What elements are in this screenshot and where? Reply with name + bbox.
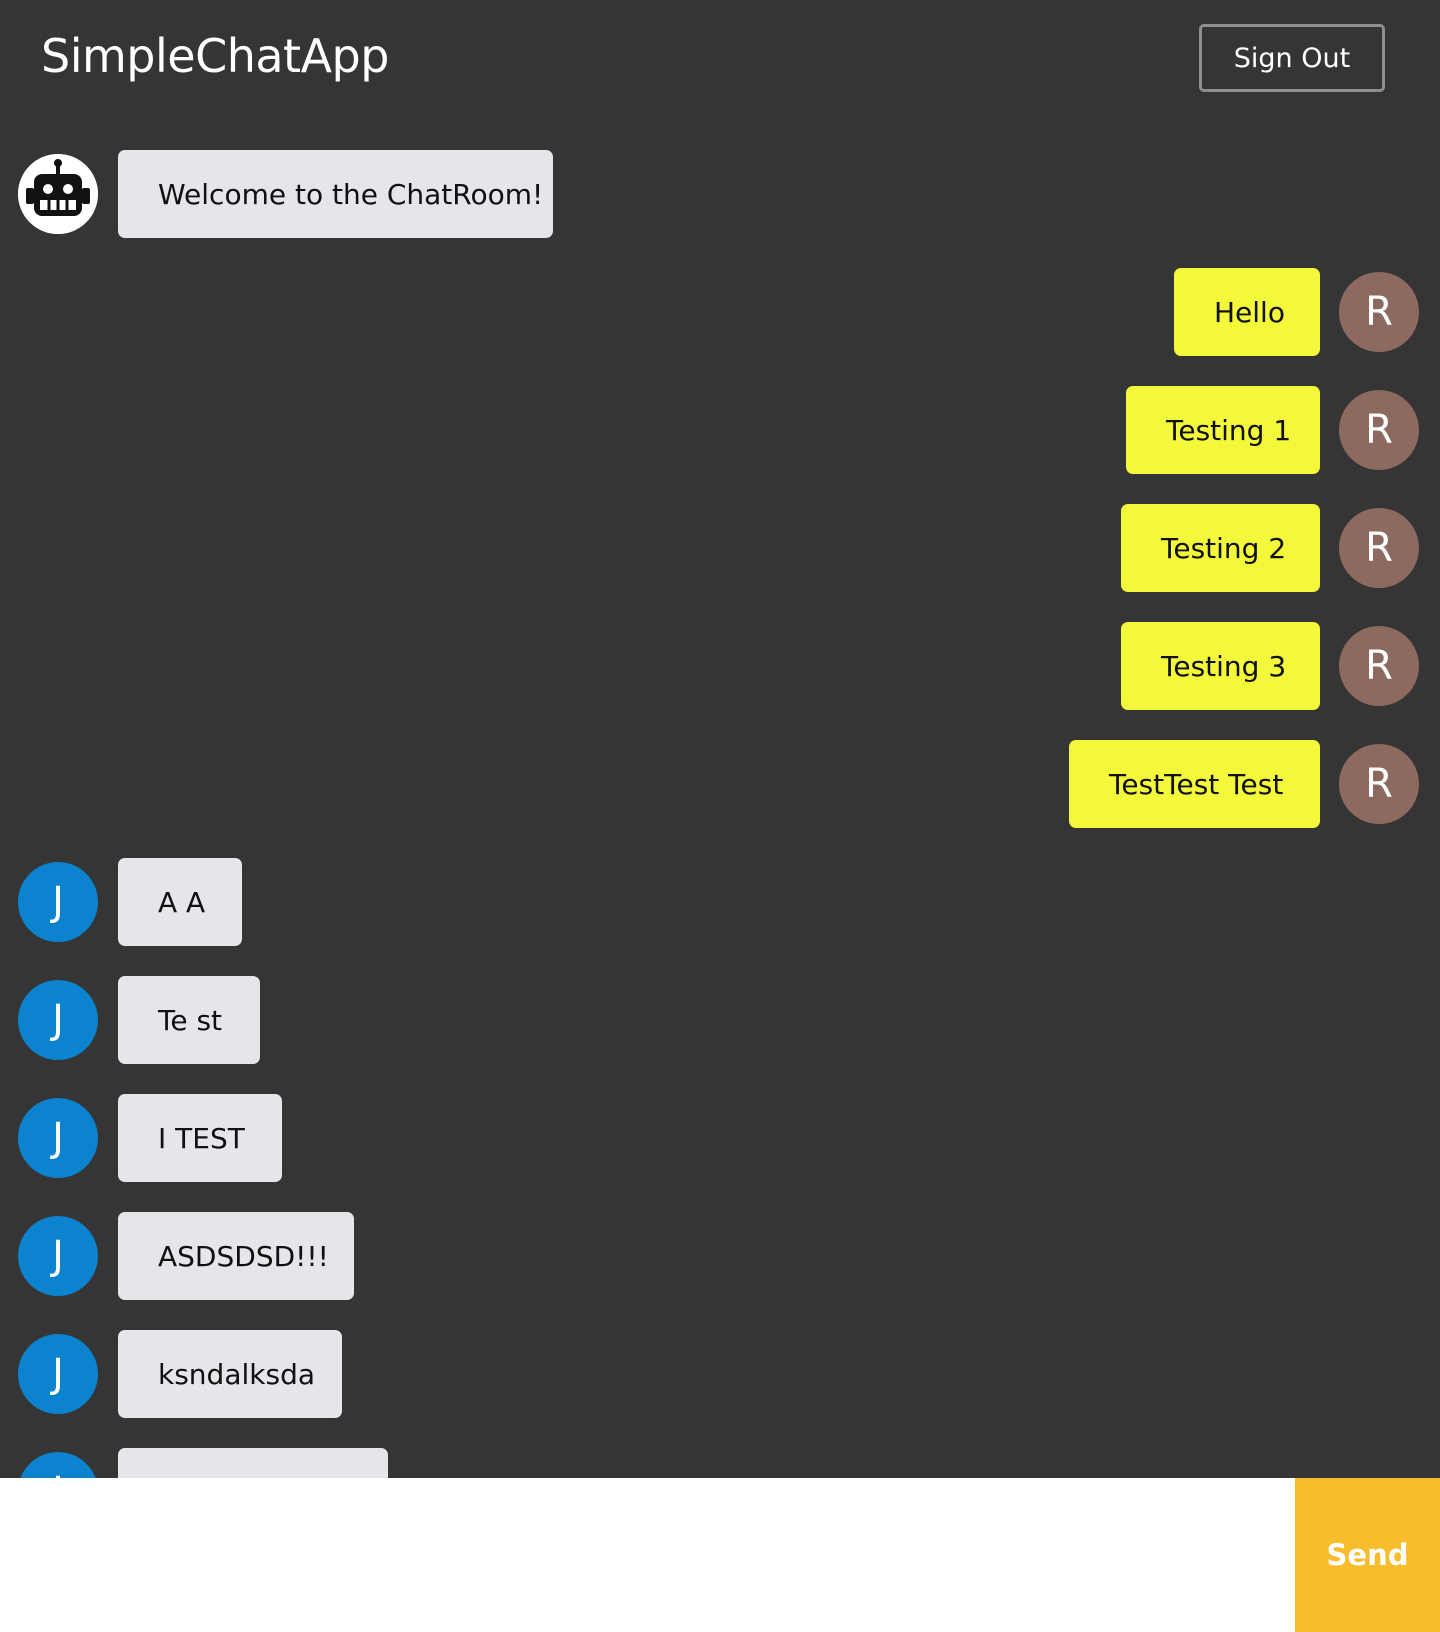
message-row: Testing 3 R [0,622,1440,710]
message-bubble [118,1448,388,1478]
message-row: Welcome to the ChatRoom! [0,150,1440,238]
sign-out-button[interactable]: Sign Out [1199,24,1385,92]
message-bubble: Te st [118,976,260,1064]
message-input[interactable] [0,1478,1295,1632]
user-avatar: J [18,1452,98,1478]
user-avatar: R [1339,744,1419,824]
user-avatar: R [1339,272,1419,352]
message-composer: Send [0,1478,1440,1632]
message-bubble: Testing 3 [1121,622,1320,710]
bot-avatar [18,154,98,234]
message-row: J ksndalksda [0,1330,1440,1418]
message-bubble: A A [118,858,242,946]
message-row: J A A [0,858,1440,946]
user-avatar: R [1339,508,1419,588]
user-avatar: R [1339,626,1419,706]
message-bubble: Welcome to the ChatRoom! [118,150,553,238]
message-bubble: TestTest Test [1069,740,1320,828]
message-row: TestTest Test R [0,740,1440,828]
user-avatar: J [18,1334,98,1414]
user-avatar: J [18,980,98,1060]
message-bubble: Testing 1 [1126,386,1320,474]
user-avatar: R [1339,390,1419,470]
message-row: J ASDSDSD!!! [0,1212,1440,1300]
robot-icon [18,154,98,234]
message-bubble: Hello [1174,268,1320,356]
message-bubble: ASDSDSD!!! [118,1212,354,1300]
app-title: SimpleChatApp [41,29,389,83]
message-row: Hello R [0,268,1440,356]
message-list[interactable]: Welcome to the ChatRoom! Hello R Testing… [0,0,1440,1478]
message-row: J [0,1448,1440,1478]
message-row: Testing 2 R [0,504,1440,592]
message-bubble: Testing 2 [1121,504,1320,592]
message-row: Testing 1 R [0,386,1440,474]
user-avatar: J [18,862,98,942]
message-bubble: ksndalksda [118,1330,342,1418]
message-row: J Te st [0,976,1440,1064]
message-bubble: I TEST [118,1094,282,1182]
message-row: J I TEST [0,1094,1440,1182]
send-button[interactable]: Send [1295,1478,1440,1632]
app-header: SimpleChatApp Sign Out [0,0,1440,118]
user-avatar: J [18,1098,98,1178]
chat-app: Welcome to the ChatRoom! Hello R Testing… [0,0,1440,1632]
user-avatar: J [18,1216,98,1296]
